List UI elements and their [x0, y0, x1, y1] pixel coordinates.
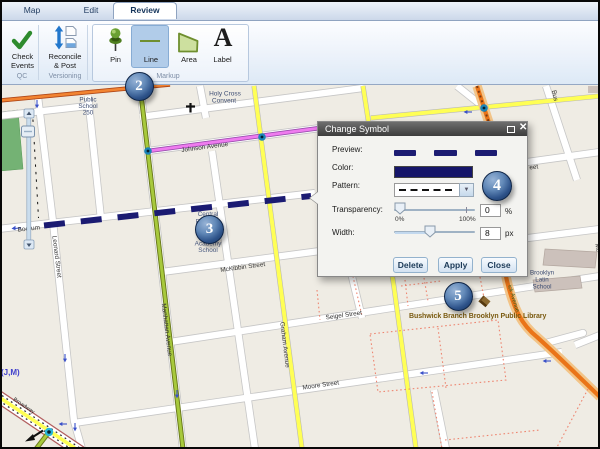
svg-text:eet: eet	[529, 163, 539, 171]
svg-text:School: School	[198, 247, 218, 254]
svg-text:(J,M): (J,M)	[2, 368, 20, 377]
svg-text:School: School	[533, 284, 552, 291]
svg-text:Holy Cross: Holy Cross	[209, 91, 242, 98]
svg-text:Bushwick Branch Brooklyn Publi: Bushwick Branch Brooklyn Public Library	[409, 313, 546, 320]
svg-text:Latin: Latin	[535, 277, 549, 284]
svg-text:Convent: Convent	[212, 98, 236, 105]
svg-text:Brooklyn: Brooklyn	[530, 270, 555, 277]
svg-text:250: 250	[83, 110, 94, 117]
